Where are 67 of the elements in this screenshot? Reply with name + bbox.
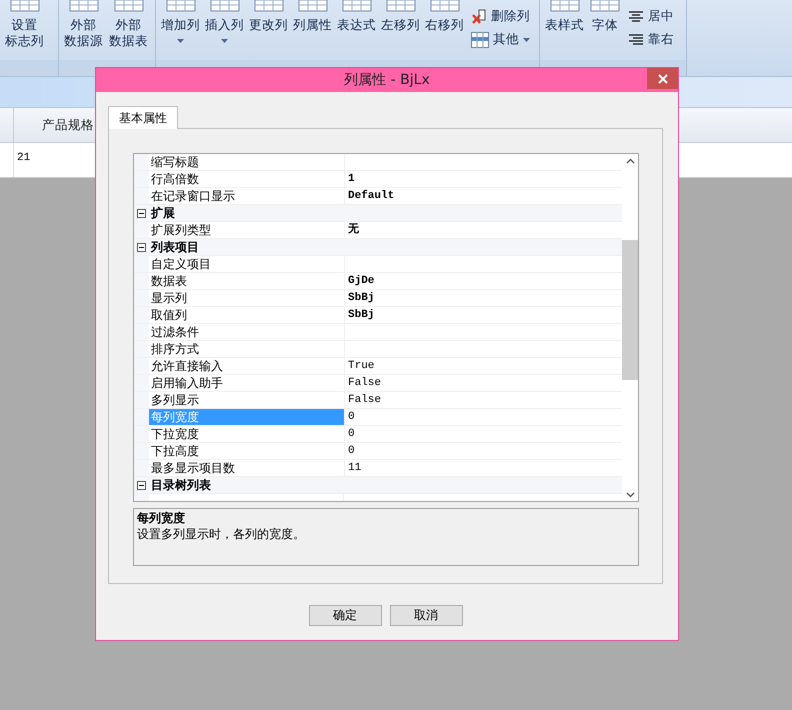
- property-name[interactable]: 多列显示: [149, 392, 345, 408]
- close-button[interactable]: [647, 68, 678, 89]
- description-title: 每列宽度: [137, 510, 186, 526]
- ribbon-button[interactable]: 左移列: [379, 0, 422, 33]
- delete-column-icon: [471, 8, 487, 24]
- property-value[interactable]: True: [345, 358, 622, 374]
- property-name[interactable]: 下拉高度: [149, 443, 345, 459]
- ribbon-button[interactable]: 删除列: [471, 8, 530, 25]
- property-value[interactable]: 0: [345, 426, 622, 442]
- ribbon-button[interactable]: 设置 标志列: [3, 0, 46, 49]
- table-cell-text: 21: [16, 151, 30, 166]
- scroll-down-icon[interactable]: [626, 492, 634, 498]
- property-value[interactable]: GjDe: [345, 273, 622, 289]
- property-value[interactable]: 无: [345, 222, 622, 238]
- ribbon-button[interactable]: 增加列: [159, 0, 202, 43]
- property-value[interactable]: 11: [345, 460, 622, 476]
- ribbon-button[interactable]: 靠右: [628, 31, 674, 48]
- property-value[interactable]: 0: [345, 409, 622, 425]
- property-name[interactable]: 数据表: [149, 273, 345, 289]
- property-value[interactable]: False: [345, 375, 622, 391]
- property-value[interactable]: SbBj: [345, 307, 622, 323]
- category-label: 扩展: [150, 205, 175, 221]
- ribbon-button[interactable]: 字体: [588, 0, 622, 33]
- property-name[interactable]: 过滤条件: [149, 324, 345, 340]
- dialog-button[interactable]: 取消: [390, 605, 462, 626]
- ribbon-button[interactable]: 外部 数据表: [107, 0, 150, 49]
- property-name[interactable]: 显示列: [149, 290, 345, 306]
- tab[interactable]: 基本属性: [108, 106, 178, 129]
- ribbon-button[interactable]: 表达式: [335, 0, 378, 33]
- ribbon-button[interactable]: 右移列: [423, 0, 466, 33]
- collapse-icon[interactable]: [137, 208, 146, 218]
- property-name[interactable]: 最多显示项目数: [149, 460, 345, 476]
- scroll-up-icon[interactable]: [626, 158, 634, 164]
- ribbon-button[interactable]: 其他: [471, 31, 530, 48]
- property-name[interactable]: 下拉宽度: [149, 426, 345, 442]
- align-center-icon: [628, 10, 644, 22]
- table-icon: [471, 32, 489, 48]
- property-name[interactable]: 取值列: [149, 307, 345, 323]
- ribbon-button[interactable]: 更改列: [247, 0, 290, 33]
- property-name[interactable]: 缩写标题: [149, 154, 345, 170]
- property-name[interactable]: 排序方式: [149, 341, 345, 357]
- ribbon-button[interactable]: 表样式: [543, 0, 586, 33]
- window-title: 列属性 - BjLx: [344, 71, 430, 89]
- property-value[interactable]: SbBj: [345, 290, 622, 306]
- property-name[interactable]: 在记录窗口显示: [149, 188, 345, 204]
- ribbon-button[interactable]: 列属性: [291, 0, 334, 33]
- property-name[interactable]: 自定义项目: [149, 256, 345, 272]
- property-name[interactable]: 扩展列类型: [149, 222, 345, 238]
- scrollbar-thumb[interactable]: [622, 240, 638, 380]
- property-value[interactable]: False: [345, 392, 622, 408]
- category-label: 列表项目: [150, 239, 199, 255]
- dialog-button[interactable]: 确定: [308, 605, 382, 626]
- property-value[interactable]: Default: [345, 188, 622, 204]
- property-value[interactable]: 0: [345, 443, 622, 459]
- ribbon-button[interactable]: 外部 数据源: [62, 0, 105, 49]
- collapse-icon[interactable]: [137, 242, 146, 252]
- category-label: 目录树列表: [150, 477, 211, 493]
- align-right-icon: [628, 34, 644, 46]
- description-text: 设置多列显示时，各列的宽度。: [137, 526, 306, 542]
- property-name[interactable]: 行高倍数: [149, 171, 345, 187]
- property-name[interactable]: 启用输入助手: [149, 375, 345, 391]
- collapse-icon[interactable]: [137, 480, 146, 490]
- close-icon: [658, 74, 668, 84]
- ribbon-button[interactable]: 插入列: [203, 0, 246, 43]
- property-value[interactable]: 1: [345, 171, 622, 187]
- ribbon-button[interactable]: 居中: [628, 8, 674, 25]
- property-name[interactable]: 允许直接输入: [149, 358, 345, 374]
